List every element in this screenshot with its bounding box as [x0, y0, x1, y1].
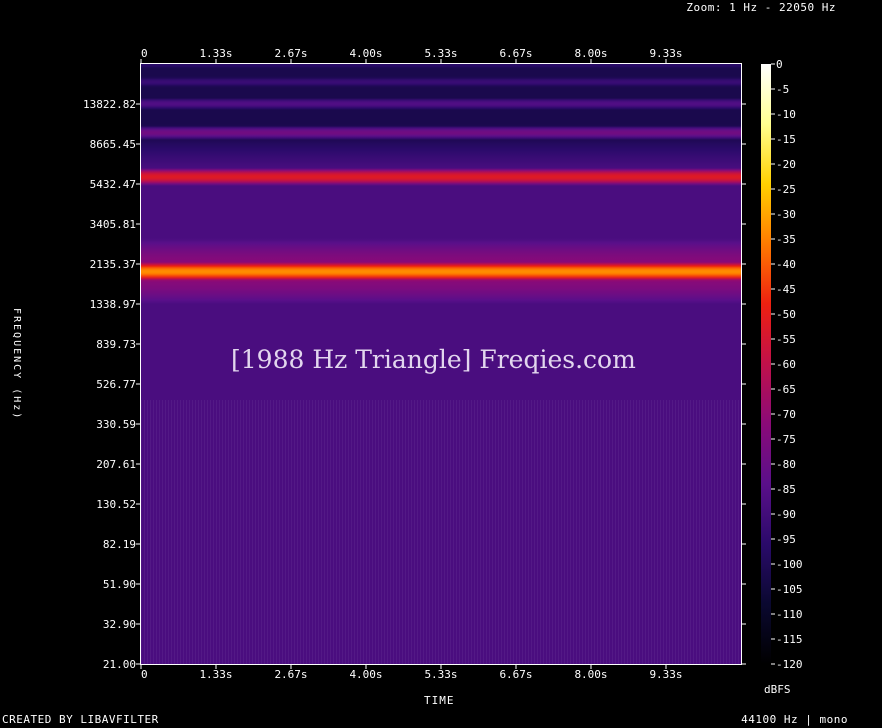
y-tick-label: 1338.97	[90, 298, 136, 311]
y-tick-label: 839.73	[96, 338, 136, 351]
colorbar-tick-label: -105	[776, 583, 803, 596]
x-tick-label-top: 8.00s	[574, 47, 607, 60]
colorbar-tick-label: -40	[776, 258, 796, 271]
y-tick-label: 21.00	[103, 658, 136, 671]
x-tick-label-top: 5.33s	[424, 47, 457, 60]
x-tick-label-bottom: 6.67s	[499, 668, 532, 681]
y-tick-label: 82.19	[103, 538, 136, 551]
colorbar-tick-label: -120	[776, 658, 803, 671]
spectrogram-texture	[141, 400, 741, 664]
colorbar-tick-label: -65	[776, 383, 796, 396]
x-tick-label-bottom: 0	[141, 668, 148, 681]
x-tick-label-bottom: 5.33s	[424, 668, 457, 681]
x-tick-label-top: 0	[141, 47, 148, 60]
colorbar-tick-label: -90	[776, 508, 796, 521]
x-axis-label: TIME	[424, 694, 455, 707]
y-tick-label: 526.77	[96, 378, 136, 391]
colorbar-tick-label: -85	[776, 483, 796, 496]
colorbar-tick-label: 0	[776, 58, 783, 71]
y-tick-label: 51.90	[103, 578, 136, 591]
y-tick-label: 2135.37	[90, 258, 136, 271]
colorbar-tick-label: -20	[776, 158, 796, 171]
watermark: [1988 Hz Triangle] Freqies.com	[231, 345, 636, 374]
x-tick-label-top: 4.00s	[349, 47, 382, 60]
colorbar-tick-label: -70	[776, 408, 796, 421]
colorbar-tick-label: -10	[776, 108, 796, 121]
colorbar	[761, 64, 771, 664]
colorbar-tick-label: -100	[776, 558, 803, 571]
x-tick-label-bottom: 1.33s	[199, 668, 232, 681]
created-by-label: CREATED BY LIBAVFILTER	[2, 713, 159, 726]
x-tick-label-top: 9.33s	[649, 47, 682, 60]
colorbar-tick-label: -95	[776, 533, 796, 546]
y-axis-label: FREQUENCY (Hz)	[11, 308, 22, 421]
colorbar-tick-label: -110	[776, 608, 803, 621]
y-tick-label: 207.61	[96, 458, 136, 471]
colorbar-tick-label: -15	[776, 133, 796, 146]
sample-rate-label: 44100 Hz | mono	[741, 713, 848, 726]
x-tick-label-top: 6.67s	[499, 47, 532, 60]
y-tick-label: 330.59	[96, 418, 136, 431]
colorbar-tick-label: -115	[776, 633, 803, 646]
y-tick-label: 8665.45	[90, 138, 136, 151]
y-tick-label: 5432.47	[90, 178, 136, 191]
y-tick-label: 13822.82	[83, 98, 136, 111]
colorbar-tick-label: -75	[776, 433, 796, 446]
colorbar-tick-label: -50	[776, 308, 796, 321]
x-tick-label-top: 1.33s	[199, 47, 232, 60]
x-tick-label-bottom: 8.00s	[574, 668, 607, 681]
colorbar-tick-label: -55	[776, 333, 796, 346]
colorbar-tick-label: -5	[776, 83, 789, 96]
x-tick-label-bottom: 9.33s	[649, 668, 682, 681]
colorbar-label: dBFS	[764, 683, 791, 696]
y-tick-label: 3405.81	[90, 218, 136, 231]
x-tick-label-top: 2.67s	[274, 47, 307, 60]
x-tick-label-bottom: 4.00s	[349, 668, 382, 681]
colorbar-tick-label: -35	[776, 233, 796, 246]
y-tick-label: 32.90	[103, 618, 136, 631]
colorbar-tick-label: -60	[776, 358, 796, 371]
colorbar-tick-label: -45	[776, 283, 796, 296]
colorbar-tick-label: -80	[776, 458, 796, 471]
y-tick-label: 130.52	[96, 498, 136, 511]
colorbar-tick-label: -25	[776, 183, 796, 196]
x-tick-label-bottom: 2.67s	[274, 668, 307, 681]
colorbar-tick-label: -30	[776, 208, 796, 221]
